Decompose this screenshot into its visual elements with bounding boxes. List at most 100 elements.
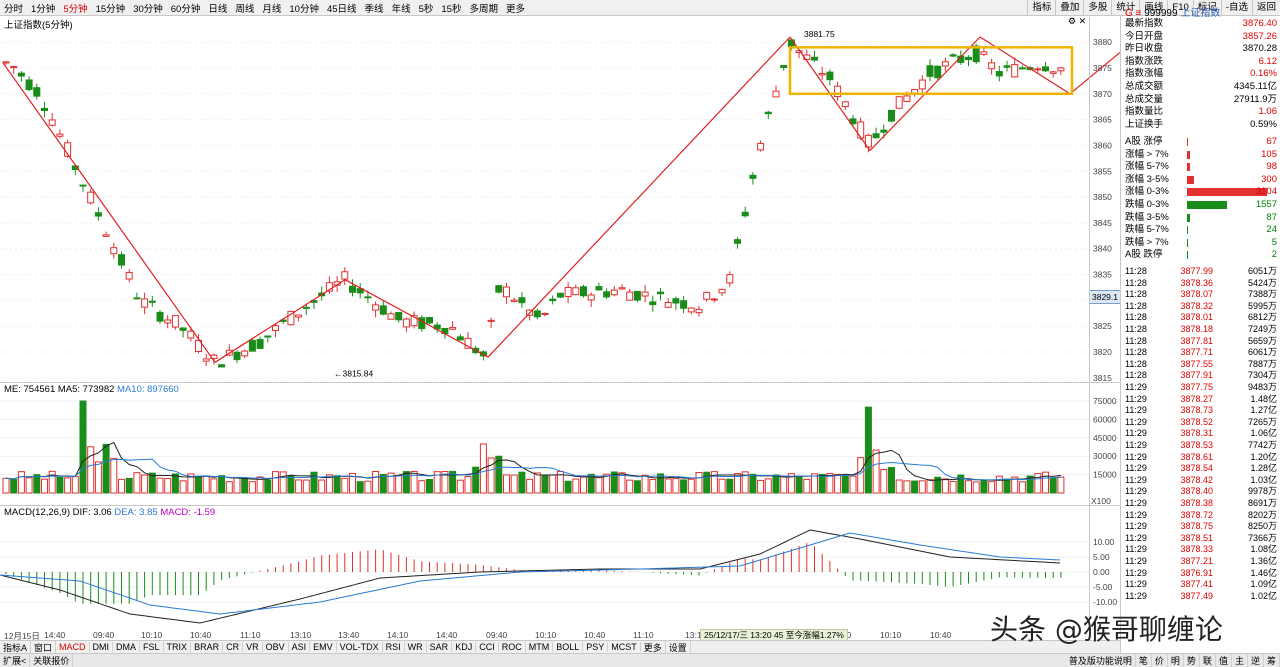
tick-row: 11:29 3878.33 1.08亿 xyxy=(1125,544,1277,556)
period-11[interactable]: 季线 xyxy=(361,1,388,15)
indicator-tab-18[interactable]: CCI xyxy=(476,642,499,652)
indicator-tab-24[interactable]: 更多 xyxy=(641,640,666,654)
period-9[interactable]: 10分钟 xyxy=(285,1,323,15)
tick-row: 11:29 3878.73 1.27亿 xyxy=(1125,405,1277,417)
time-label: 09:40 xyxy=(93,630,115,640)
indicator-tab-19[interactable]: ROC xyxy=(499,642,526,652)
period-10[interactable]: 45日线 xyxy=(323,1,361,15)
candle-body xyxy=(118,254,125,266)
tool-button-2[interactable]: 多股 xyxy=(1083,0,1112,15)
stat-value: 0.59% xyxy=(1250,118,1277,130)
indicator-tab-13[interactable]: VOL-TDX xyxy=(337,642,383,652)
candle-body xyxy=(626,291,634,301)
indicator-tab-7[interactable]: BRAR xyxy=(191,642,224,652)
candle-body xyxy=(657,291,664,295)
tool-button-1[interactable]: 叠加 xyxy=(1055,0,1084,15)
candle-body xyxy=(533,310,541,318)
tool-button-0[interactable]: 指标 xyxy=(1027,0,1056,15)
volume-bar xyxy=(426,478,433,494)
breadth-value: 5 xyxy=(1271,236,1277,248)
indicator-tab-6[interactable]: TRIX xyxy=(164,642,192,652)
breadth-label: 涨幅 3-5% xyxy=(1125,173,1169,185)
tick-volume: 7742万 xyxy=(1247,440,1277,450)
breadth-label: 跌幅 3-5% xyxy=(1125,211,1169,223)
period-8[interactable]: 月线 xyxy=(258,1,285,15)
stat-row: 上证换手 0.59% xyxy=(1125,119,1277,132)
indicator-tab-14[interactable]: RSI xyxy=(383,642,405,652)
tick-volume: 1.02亿 xyxy=(1250,590,1277,601)
volume-bar xyxy=(472,466,480,494)
stat-row: 总成交量 27911.9万 xyxy=(1125,94,1277,107)
breadth-value: 67 xyxy=(1266,136,1277,147)
period-16[interactable]: 更多 xyxy=(502,1,529,15)
expand-button[interactable]: 扩展< xyxy=(0,654,31,667)
period-0[interactable]: 分时 xyxy=(0,1,27,15)
tool-button-7[interactable]: -自选 xyxy=(1220,0,1252,15)
indicator-tab-2[interactable]: MACD xyxy=(56,642,90,652)
candle-body xyxy=(1003,65,1011,68)
price-axis-label: 3840 xyxy=(1093,244,1112,254)
indicator-tab-12[interactable]: EMV xyxy=(310,642,337,652)
indicator-tab-17[interactable]: KDJ xyxy=(452,642,477,652)
period-2[interactable]: 5分钟 xyxy=(59,1,91,15)
indicator-tab-20[interactable]: MTM xyxy=(526,642,554,652)
period-3[interactable]: 15分钟 xyxy=(92,1,130,15)
indicator-tab-3[interactable]: DMI xyxy=(90,642,114,652)
indicator-tab-16[interactable]: SAR xyxy=(427,642,453,652)
candlestick-chart[interactable]: 3880 3875 3870 3865 3860 3855 3850 3845 3840 3835… xyxy=(0,17,1120,395)
volume-bar xyxy=(125,477,133,494)
tick-price: 3878.42 xyxy=(1180,474,1213,485)
indicator-tab-23[interactable]: MCST xyxy=(608,642,641,652)
period-1[interactable]: 1分钟 xyxy=(27,1,59,15)
indicator-tab-8[interactable]: CR xyxy=(223,642,244,652)
candle-body xyxy=(641,291,649,297)
volume-bar xyxy=(918,480,926,494)
price-axis-label: 3880 xyxy=(1093,37,1112,47)
tick-price: 3877.91 xyxy=(1180,370,1213,381)
volume-bar xyxy=(118,478,125,494)
indicator-tab-4[interactable]: DMA xyxy=(113,642,141,652)
tool-button-8[interactable]: 返回 xyxy=(1251,0,1280,15)
tick-row: 11:29 3878.61 1.20亿 xyxy=(1125,452,1277,464)
candle-body xyxy=(603,291,611,298)
period-14[interactable]: 15秒 xyxy=(437,1,465,15)
tick-price: 3878.73 xyxy=(1180,405,1213,416)
volume-bar xyxy=(402,471,410,494)
indicator-tab-25[interactable]: 设置 xyxy=(666,640,691,654)
indicator-tab-5[interactable]: FSL xyxy=(140,642,164,652)
candle-body xyxy=(710,298,718,301)
indicator-tab-22[interactable]: PSY xyxy=(583,642,609,652)
breadth-bar xyxy=(1187,150,1190,159)
volume-bar xyxy=(572,478,580,494)
related-quote-button[interactable]: 关联报价 xyxy=(30,654,74,667)
volume-bar xyxy=(318,479,326,494)
indicator-tab-9[interactable]: VR xyxy=(243,642,263,652)
macd-axis-label: -5.00 xyxy=(1093,582,1113,592)
indicator-tab-0[interactable]: 指标A xyxy=(0,640,32,654)
period-5[interactable]: 60分钟 xyxy=(167,1,205,15)
indicator-tab-1[interactable]: 窗口 xyxy=(31,640,57,654)
indicator-tab-10[interactable]: OBV xyxy=(263,642,289,652)
indicator-tab-21[interactable]: BOLL xyxy=(553,642,584,652)
tick-volume: 5659万 xyxy=(1247,335,1277,346)
volume-bar xyxy=(279,471,287,494)
volume-bar xyxy=(795,475,803,494)
indicator-tab-11[interactable]: ASI xyxy=(289,642,311,652)
period-15[interactable]: 多周期 xyxy=(465,1,502,15)
candle-body xyxy=(549,298,557,302)
tick-time: 11:29 xyxy=(1125,486,1147,497)
stat-label: 指数涨跌 xyxy=(1125,55,1164,67)
tick-volume: 5424万 xyxy=(1247,277,1277,288)
period-12[interactable]: 年线 xyxy=(388,1,415,15)
time-label: 10:40 xyxy=(190,630,212,640)
period-7[interactable]: 周线 xyxy=(231,1,258,15)
period-13[interactable]: 5秒 xyxy=(415,1,438,15)
candle-body xyxy=(426,317,433,324)
tick-price: 3878.07 xyxy=(1180,289,1213,300)
candle-body xyxy=(25,79,33,91)
period-4[interactable]: 30分钟 xyxy=(129,1,167,15)
period-6[interactable]: 日线 xyxy=(204,1,231,15)
indicator-tab-15[interactable]: WR xyxy=(405,642,427,652)
tick-time: 11:28 xyxy=(1125,277,1147,288)
tick-time: 11:28 xyxy=(1125,289,1147,300)
